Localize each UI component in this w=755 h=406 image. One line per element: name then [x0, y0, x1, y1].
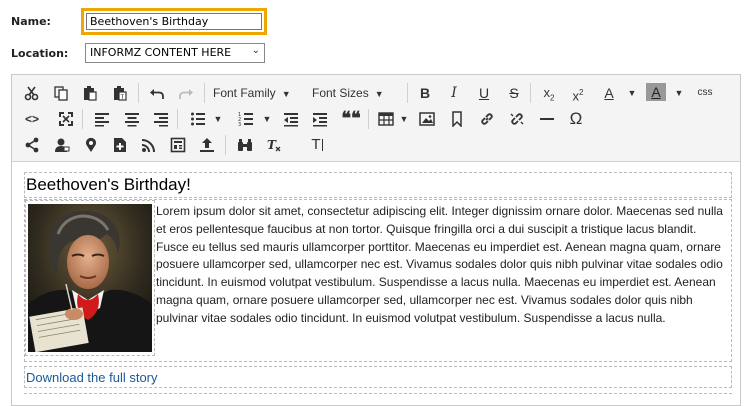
toolbar-separator	[530, 83, 531, 103]
caret-down-icon: ▼	[374, 89, 384, 99]
location-select[interactable]: INFORMZ CONTENT HERE ⌄	[85, 43, 265, 63]
empty-block-border	[24, 393, 732, 394]
superscript-mark: 2	[579, 88, 584, 97]
beethoven-portrait-image[interactable]	[28, 204, 152, 352]
clear-formatting-icon[interactable]: T	[264, 135, 284, 155]
bold-button[interactable]: B	[415, 83, 435, 103]
caret-down-icon[interactable]: ▼	[208, 109, 228, 129]
toolbar-separator	[82, 109, 83, 129]
image-block[interactable]	[25, 200, 155, 356]
horizontal-rule-icon[interactable]	[537, 109, 557, 129]
toolbar-separator	[407, 83, 408, 103]
map-marker-icon[interactable]	[81, 135, 101, 155]
caret-down-icon[interactable]: ▼	[669, 83, 689, 103]
svg-text:T: T	[267, 138, 277, 152]
subscript-mark: 2	[550, 93, 555, 103]
rss-icon[interactable]	[139, 135, 159, 155]
outdent-icon[interactable]	[281, 109, 301, 129]
special-character-button[interactable]: Ω	[566, 109, 586, 129]
toolbar-separator	[138, 83, 139, 103]
article-heading[interactable]: Beethoven's Birthday!	[26, 175, 191, 195]
unlink-icon[interactable]	[507, 109, 527, 129]
table-icon[interactable]	[376, 109, 396, 129]
share-icon[interactable]	[22, 135, 42, 155]
paste-text-icon[interactable]: T	[110, 83, 130, 103]
body-block[interactable]: Lorem ipsum dolor sit amet, consectetur …	[24, 199, 732, 362]
svg-text:3: 3	[238, 122, 241, 127]
text-color-button[interactable]: A	[599, 83, 619, 103]
location-label: Location:	[11, 47, 69, 60]
caret-down-icon: ▼	[281, 89, 291, 99]
toolbar-separator	[368, 109, 369, 129]
background-color-button[interactable]: A	[646, 83, 666, 101]
upload-icon[interactable]	[197, 135, 217, 155]
article-body-text[interactable]: Lorem ipsum dolor sit amet, consectetur …	[156, 203, 728, 328]
fullscreen-icon[interactable]	[56, 109, 76, 129]
caret-down-icon[interactable]: ▼	[394, 109, 414, 129]
blockquote-button[interactable]: ❝❝	[341, 109, 361, 129]
text-cursor-button[interactable]: T	[307, 135, 327, 155]
redo-icon[interactable]	[176, 83, 196, 103]
toolbar-separator	[204, 83, 205, 103]
css-button[interactable]: css	[692, 83, 718, 103]
align-center-icon[interactable]	[122, 109, 142, 129]
bookmark-icon[interactable]	[447, 109, 467, 129]
name-field-highlight	[81, 8, 267, 35]
font-family-dropdown[interactable]: Font Family ▼	[213, 83, 291, 103]
underline-button[interactable]: U	[474, 83, 494, 103]
caret-down-icon[interactable]: ▼	[257, 109, 277, 129]
undo-icon[interactable]	[147, 83, 167, 103]
toolbar-separator	[177, 109, 178, 129]
location-selected-value: INFORMZ CONTENT HERE	[90, 46, 232, 59]
superscript-button[interactable]: x2	[568, 83, 588, 103]
rich-text-editor: T Font Family ▼ Font Sizes ▼ B I U S x2 x2…	[11, 74, 741, 406]
toolbar-separator	[225, 135, 226, 155]
text-cursor-label: T	[311, 136, 321, 153]
strikethrough-button[interactable]: S	[504, 83, 524, 103]
chevron-down-icon: ⌄	[251, 45, 260, 56]
font-sizes-dropdown[interactable]: Font Sizes ▼	[312, 83, 384, 103]
align-left-icon[interactable]	[92, 109, 112, 129]
caret-down-icon[interactable]: ▼	[622, 83, 642, 103]
download-story-link[interactable]: Download the full story	[26, 370, 158, 385]
link-icon[interactable]	[477, 109, 497, 129]
paste-icon[interactable]	[80, 83, 100, 103]
editor-toolbar: T Font Family ▼ Font Sizes ▼ B I U S x2 x2…	[12, 75, 740, 162]
svg-text:T: T	[120, 94, 125, 101]
numbered-list-icon[interactable]: 123	[236, 109, 256, 129]
contact-icon[interactable]	[52, 135, 72, 155]
font-sizes-label: Font Sizes	[312, 86, 369, 100]
font-family-label: Font Family	[213, 86, 276, 100]
add-content-icon[interactable]	[110, 135, 130, 155]
heading-block[interactable]: Beethoven's Birthday!	[24, 172, 732, 198]
link-block[interactable]: Download the full story	[24, 366, 732, 388]
cut-icon[interactable]	[22, 83, 42, 103]
subscript-button[interactable]: x2	[539, 83, 559, 103]
source-code-button[interactable]: <>	[22, 109, 42, 129]
bullet-list-icon[interactable]	[188, 109, 208, 129]
copy-icon[interactable]	[51, 83, 71, 103]
name-input[interactable]	[86, 13, 262, 30]
indent-icon[interactable]	[310, 109, 330, 129]
align-right-icon[interactable]	[151, 109, 171, 129]
find-replace-icon[interactable]	[235, 135, 255, 155]
editor-content-area[interactable]: Beethoven's Birthday! Lorem ipsum dolor …	[12, 162, 740, 405]
text-cursor-icon	[321, 139, 323, 152]
template-icon[interactable]	[168, 135, 188, 155]
italic-button[interactable]: I	[444, 83, 464, 103]
name-label: Name:	[11, 15, 51, 28]
image-icon[interactable]	[417, 109, 437, 129]
